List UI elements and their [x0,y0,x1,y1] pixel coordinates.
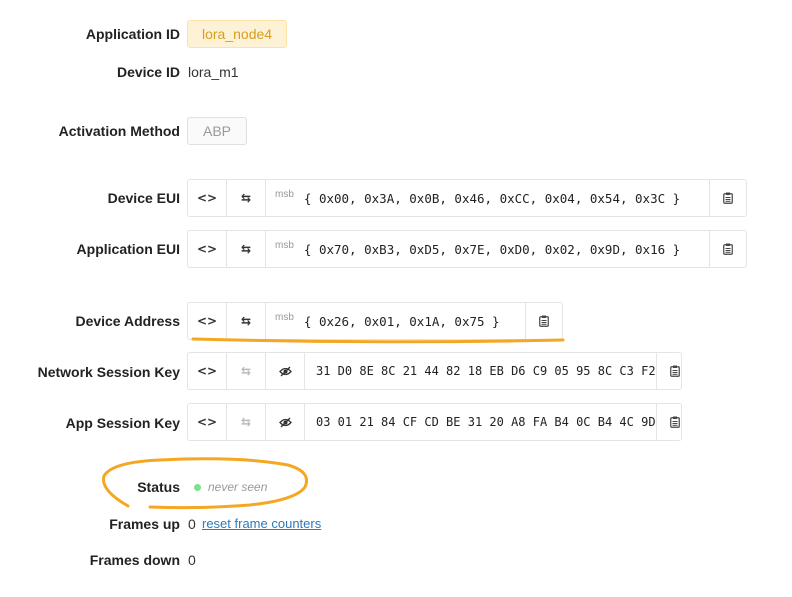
swap-byte-order-icon[interactable]: ⇆ [227,231,266,267]
swap-byte-order-icon[interactable]: ⇆ [227,180,266,216]
network-session-key-value: 31 D0 8E 8C 21 44 82 18 EB D6 C9 05 95 8… [316,364,656,378]
circle-annotation [102,457,309,510]
copy-icon[interactable] [709,231,746,267]
byte-order-label: msb [275,188,294,200]
code-toggle-icon[interactable]: <> [188,404,227,440]
app-session-key-label: App Session Key [65,415,180,431]
application-id-label: Application ID [85,26,180,42]
copy-icon[interactable] [525,303,562,339]
frames-down-label: Frames down [89,552,180,568]
frames-up-value: 0 [188,516,196,532]
device-eui-field: <> ⇆ msb { 0x00, 0x3A, 0x0B, 0x46, 0xCC,… [187,179,747,217]
application-eui-value: { 0x70, 0xB3, 0xD5, 0x7E, 0xD0, 0x02, 0x… [303,241,681,257]
copy-icon[interactable] [655,404,693,440]
annotation-overlay [102,337,565,510]
device-address-label: Device Address [75,313,180,329]
device-eui-value: { 0x00, 0x3A, 0x0B, 0x46, 0xCC, 0x04, 0x… [303,190,681,206]
application-eui-label: Application EUI [76,241,180,257]
status-dot [194,484,201,491]
eye-slash-icon[interactable] [266,404,305,440]
device-address-field: <> ⇆ msb { 0x26, 0x01, 0x1A, 0x75 } [187,302,563,340]
copy-icon[interactable] [709,180,746,216]
status-value: never seen [208,480,268,494]
activation-method-label: Activation Method [58,123,180,139]
swap-byte-order-icon: ⇆ [227,404,266,440]
status-label: Status [137,479,180,495]
device-eui-label: Device EUI [107,190,180,206]
swap-byte-order-icon[interactable]: ⇆ [227,303,266,339]
byte-order-label: msb [275,311,294,323]
application-eui-field: <> ⇆ msb { 0x70, 0xB3, 0xD5, 0x7E, 0xD0,… [187,230,747,268]
device-id-label: Device ID [116,64,180,80]
activation-method-tag: ABP [187,117,248,145]
code-toggle-icon[interactable]: <> [188,231,227,267]
byte-order-label: msb [275,239,294,251]
eye-slash-icon[interactable] [266,353,305,389]
network-session-key-field: <> ⇆ 31 D0 8E 8C 21 44 82 18 EB D6 C9 05… [187,352,682,390]
frames-down-value: 0 [188,552,196,568]
device-id-value: lora_m1 [188,64,239,80]
app-session-key-field: <> ⇆ 03 01 21 84 CF CD BE 31 20 A8 FA B4… [187,403,682,441]
reset-frame-counters-link[interactable]: reset frame counters [202,516,321,531]
device-address-value: { 0x26, 0x01, 0x1A, 0x75 } [303,313,500,329]
swap-byte-order-icon: ⇆ [227,353,266,389]
copy-icon[interactable] [655,353,693,389]
app-session-key-value: 03 01 21 84 CF CD BE 31 20 A8 FA B4 0C B… [316,415,656,429]
code-toggle-icon[interactable]: <> [188,353,227,389]
code-toggle-icon[interactable]: <> [188,303,227,339]
code-toggle-icon[interactable]: <> [188,180,227,216]
network-session-key-label: Network Session Key [37,364,180,380]
frames-up-label: Frames up [109,516,180,532]
application-id-tag[interactable]: lora_node4 [187,20,288,48]
